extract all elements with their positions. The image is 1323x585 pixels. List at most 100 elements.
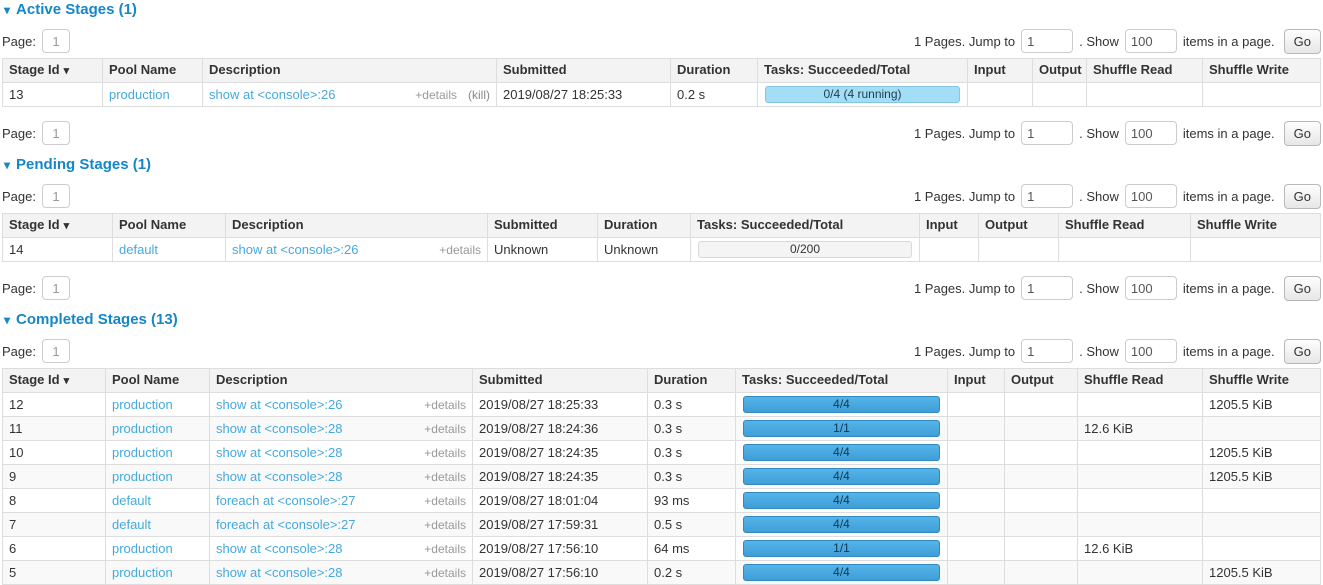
go-button[interactable]: Go <box>1284 184 1321 209</box>
show-items-input[interactable] <box>1125 276 1177 300</box>
show-items-input[interactable] <box>1125 121 1177 145</box>
pool-name-link[interactable]: default <box>119 242 158 257</box>
input-cell <box>948 441 1005 465</box>
pool-name-link[interactable]: default <box>112 493 151 508</box>
column-header[interactable]: Shuffle Read <box>1078 369 1203 393</box>
column-header[interactable]: Tasks: Succeeded/Total <box>736 369 948 393</box>
shuffle-write-cell: 1205.5 KiB <box>1203 465 1321 489</box>
go-button[interactable]: Go <box>1284 29 1321 54</box>
jump-to-input[interactable] <box>1021 184 1073 208</box>
stage-description-link[interactable]: foreach at <console>:27 <box>216 517 356 532</box>
submitted-cell: 2019/08/27 18:24:36 <box>473 417 648 441</box>
details-toggle-link[interactable]: +details <box>424 446 466 460</box>
column-header[interactable]: Stage Id▾ <box>3 214 113 238</box>
column-header[interactable]: Pool Name <box>106 369 210 393</box>
show-items-input[interactable] <box>1125 29 1177 53</box>
go-button[interactable]: Go <box>1284 339 1321 364</box>
section-header-active-stages[interactable]: ▾ Active Stages (1) <box>4 2 1319 18</box>
page-number-input[interactable] <box>42 276 70 300</box>
column-header[interactable]: Shuffle Read <box>1087 59 1203 83</box>
pool-name-link[interactable]: production <box>112 445 173 460</box>
details-toggle-link[interactable]: +details <box>415 88 457 102</box>
page-number-input[interactable] <box>42 184 70 208</box>
jump-to-input[interactable] <box>1021 29 1073 53</box>
details-toggle-link[interactable]: +details <box>424 518 466 532</box>
pool-name-link[interactable]: production <box>109 87 170 102</box>
pool-name-link[interactable]: production <box>112 421 173 436</box>
stage-description-link[interactable]: show at <console>:28 <box>216 421 342 436</box>
column-header[interactable]: Shuffle Write <box>1191 214 1321 238</box>
column-header[interactable]: Description <box>203 59 497 83</box>
stage-description-link[interactable]: show at <console>:26 <box>209 87 335 102</box>
column-header[interactable]: Pool Name <box>113 214 226 238</box>
details-toggle-link[interactable]: +details <box>424 542 466 556</box>
column-header[interactable]: Duration <box>671 59 758 83</box>
column-header[interactable]: Duration <box>648 369 736 393</box>
collapse-arrow-icon: ▾ <box>4 2 10 18</box>
go-button[interactable]: Go <box>1284 121 1321 146</box>
column-header[interactable]: Shuffle Write <box>1203 369 1321 393</box>
page-number-input[interactable] <box>42 121 70 145</box>
details-toggle-link[interactable]: +details <box>424 566 466 580</box>
output-cell <box>1005 561 1078 585</box>
column-header[interactable]: Pool Name <box>103 59 203 83</box>
stage-row: 11 production show at <console>:28 +deta… <box>3 417 1321 441</box>
jump-to-input[interactable] <box>1021 276 1073 300</box>
stage-description-link[interactable]: show at <console>:28 <box>216 541 342 556</box>
stage-description-link[interactable]: foreach at <console>:27 <box>216 493 356 508</box>
shuffle-read-cell <box>1078 393 1203 417</box>
description-actions: +details <box>424 493 466 509</box>
column-header[interactable]: Tasks: Succeeded/Total <box>691 214 920 238</box>
kill-link[interactable]: (kill) <box>468 88 490 102</box>
column-header[interactable]: Duration <box>598 214 691 238</box>
input-cell <box>948 537 1005 561</box>
details-toggle-link[interactable]: +details <box>424 470 466 484</box>
details-toggle-link[interactable]: +details <box>424 422 466 436</box>
details-toggle-link[interactable]: +details <box>439 243 481 257</box>
items-text: items in a page. <box>1183 281 1275 296</box>
details-toggle-link[interactable]: +details <box>424 494 466 508</box>
stage-description-link[interactable]: show at <console>:28 <box>216 445 342 460</box>
items-text: items in a page. <box>1183 344 1275 359</box>
page-number-input[interactable] <box>42 339 70 363</box>
column-header[interactable]: Shuffle Write <box>1203 59 1321 83</box>
column-header[interactable]: Output <box>1033 59 1087 83</box>
column-header[interactable]: Submitted <box>488 214 598 238</box>
column-header[interactable]: Stage Id▾ <box>3 59 103 83</box>
pool-name-link[interactable]: default <box>112 517 151 532</box>
pool-name-link[interactable]: production <box>112 397 173 412</box>
show-items-input[interactable] <box>1125 339 1177 363</box>
column-header[interactable]: Submitted <box>473 369 648 393</box>
column-header[interactable]: Input <box>920 214 979 238</box>
column-header[interactable]: Submitted <box>497 59 671 83</box>
column-header[interactable]: Stage Id▾ <box>3 369 106 393</box>
column-header[interactable]: Output <box>979 214 1059 238</box>
stage-id-cell: 9 <box>3 465 106 489</box>
stage-description-link[interactable]: show at <console>:28 <box>216 565 342 580</box>
column-header[interactable]: Input <box>948 369 1005 393</box>
tasks-cell: 1/1 <box>736 417 948 441</box>
input-cell <box>948 561 1005 585</box>
section-header-pending-stages[interactable]: ▾ Pending Stages (1) <box>4 157 1319 173</box>
shuffle-read-cell <box>1087 83 1203 107</box>
jump-to-input[interactable] <box>1021 121 1073 145</box>
section-header-completed-stages[interactable]: ▾ Completed Stages (13) <box>4 312 1319 328</box>
column-header[interactable]: Output <box>1005 369 1078 393</box>
pool-name-link[interactable]: production <box>112 469 173 484</box>
go-button[interactable]: Go <box>1284 276 1321 301</box>
stage-description-link[interactable]: show at <console>:26 <box>216 397 342 412</box>
details-toggle-link[interactable]: +details <box>424 398 466 412</box>
show-items-input[interactable] <box>1125 184 1177 208</box>
column-header[interactable]: Description <box>210 369 473 393</box>
page-number-input[interactable] <box>42 29 70 53</box>
jump-to-input[interactable] <box>1021 339 1073 363</box>
column-header[interactable]: Input <box>968 59 1033 83</box>
column-header[interactable]: Description <box>226 214 488 238</box>
column-header[interactable]: Tasks: Succeeded/Total <box>758 59 968 83</box>
pool-name-link[interactable]: production <box>112 541 173 556</box>
stage-description-link[interactable]: show at <console>:26 <box>232 242 358 257</box>
output-cell <box>979 238 1059 262</box>
column-header[interactable]: Shuffle Read <box>1059 214 1191 238</box>
stage-description-link[interactable]: show at <console>:28 <box>216 469 342 484</box>
pool-name-link[interactable]: production <box>112 565 173 580</box>
